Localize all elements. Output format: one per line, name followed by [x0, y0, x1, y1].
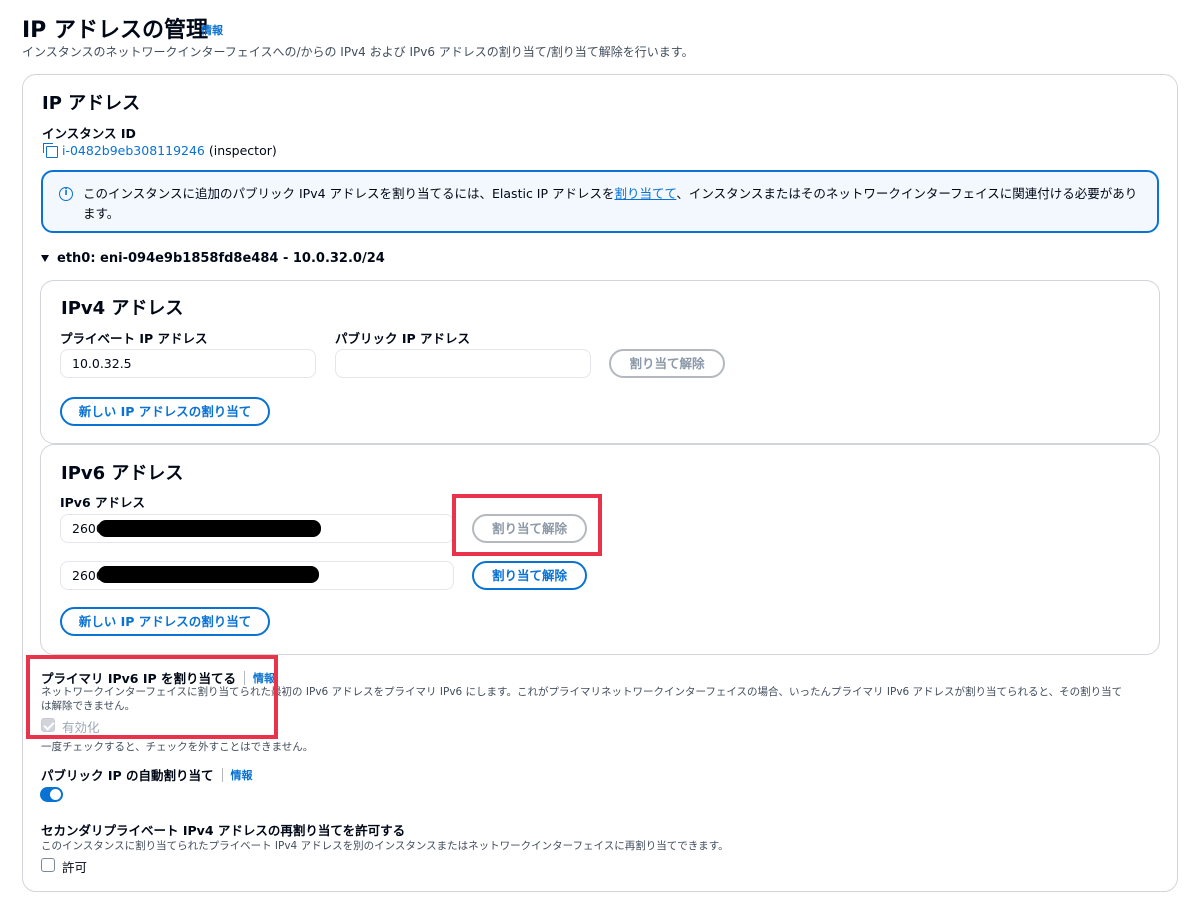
public-ip-label: パブリック IP アドレス	[335, 331, 471, 346]
ipv6-unassign-button-2[interactable]: 割り当て解除	[472, 561, 587, 590]
page-info-link[interactable]: 情報	[201, 22, 223, 38]
highlight-box	[452, 494, 602, 556]
eni-expander[interactable]: eth0: eni-094e9b1858fd8e484 - 10.0.32.0/…	[41, 251, 385, 266]
ipv6-address-label: IPv6 アドレス	[60, 495, 146, 510]
highlight-box	[26, 655, 278, 739]
instance-id-label: インスタンス ID	[42, 126, 136, 141]
allow-reassign-checkbox[interactable]	[41, 858, 55, 872]
instance-id-row: i-0482b9eb308119246 (inspector)	[42, 142, 277, 158]
alert-text-before: このインスタンスに追加のパブリック IPv4 アドレスを割り当てるには、Elas…	[83, 186, 615, 201]
ip-section-title: IP アドレス	[42, 93, 141, 114]
redaction-bar	[98, 566, 319, 583]
public-ip-auto-label-row: パブリック IP の自動割り当て 情報	[41, 765, 253, 784]
ipv4-unassign-button[interactable]: 割り当て解除	[609, 349, 725, 378]
instance-id-link[interactable]: i-0482b9eb308119246	[62, 143, 205, 158]
public-ip-auto-info-link[interactable]: 情報	[231, 767, 253, 783]
caret-down-icon	[41, 255, 49, 262]
secondary-reassign-description: このインスタンスに割り当てられたプライベート IPv4 アドレスを別のインスタン…	[41, 840, 729, 852]
primary-ipv6-hint: 一度チェックすると、チェックを外すことはできません。	[41, 741, 314, 753]
ipv6-title: IPv6 アドレス	[61, 463, 184, 484]
info-icon: i	[59, 187, 73, 201]
ipv4-assign-new-button[interactable]: 新しい IP アドレスの割り当て	[60, 397, 270, 426]
ipv6-assign-new-button[interactable]: 新しい IP アドレスの割り当て	[60, 607, 270, 636]
secondary-reassign-label: セカンダリプライベート IPv4 アドレスの再割り当てを許可する	[41, 823, 406, 838]
page-description: インスタンスのネットワークインターフェイスへの/からの IPv4 および IPv…	[22, 45, 694, 59]
private-ip-label: プライベート IP アドレス	[60, 331, 208, 346]
alert-text: このインスタンスに追加のパブリック IPv4 アドレスを割り当てるには、Elas…	[83, 184, 1143, 224]
redaction-bar	[98, 520, 321, 537]
info-alert: i このインスタンスに追加のパブリック IPv4 アドレスを割り当てるには、El…	[41, 170, 1159, 233]
allow-reassign-label: 許可	[62, 860, 88, 875]
divider	[221, 767, 223, 782]
copy-icon[interactable]	[42, 142, 58, 158]
instance-name: (inspector)	[208, 142, 277, 158]
allocate-eip-link[interactable]: 割り当てて	[614, 186, 676, 201]
page-title: IP アドレスの管理	[22, 18, 208, 43]
public-ip-auto-label: パブリック IP の自動割り当て	[41, 768, 214, 783]
public-ip-auto-toggle[interactable]	[40, 787, 63, 802]
private-ip-input[interactable]: 10.0.32.5	[60, 349, 316, 378]
eni-label: eth0: eni-094e9b1858fd8e484 - 10.0.32.0/…	[57, 251, 385, 266]
public-ip-input[interactable]	[335, 349, 591, 378]
ipv4-title: IPv4 アドレス	[61, 298, 184, 319]
